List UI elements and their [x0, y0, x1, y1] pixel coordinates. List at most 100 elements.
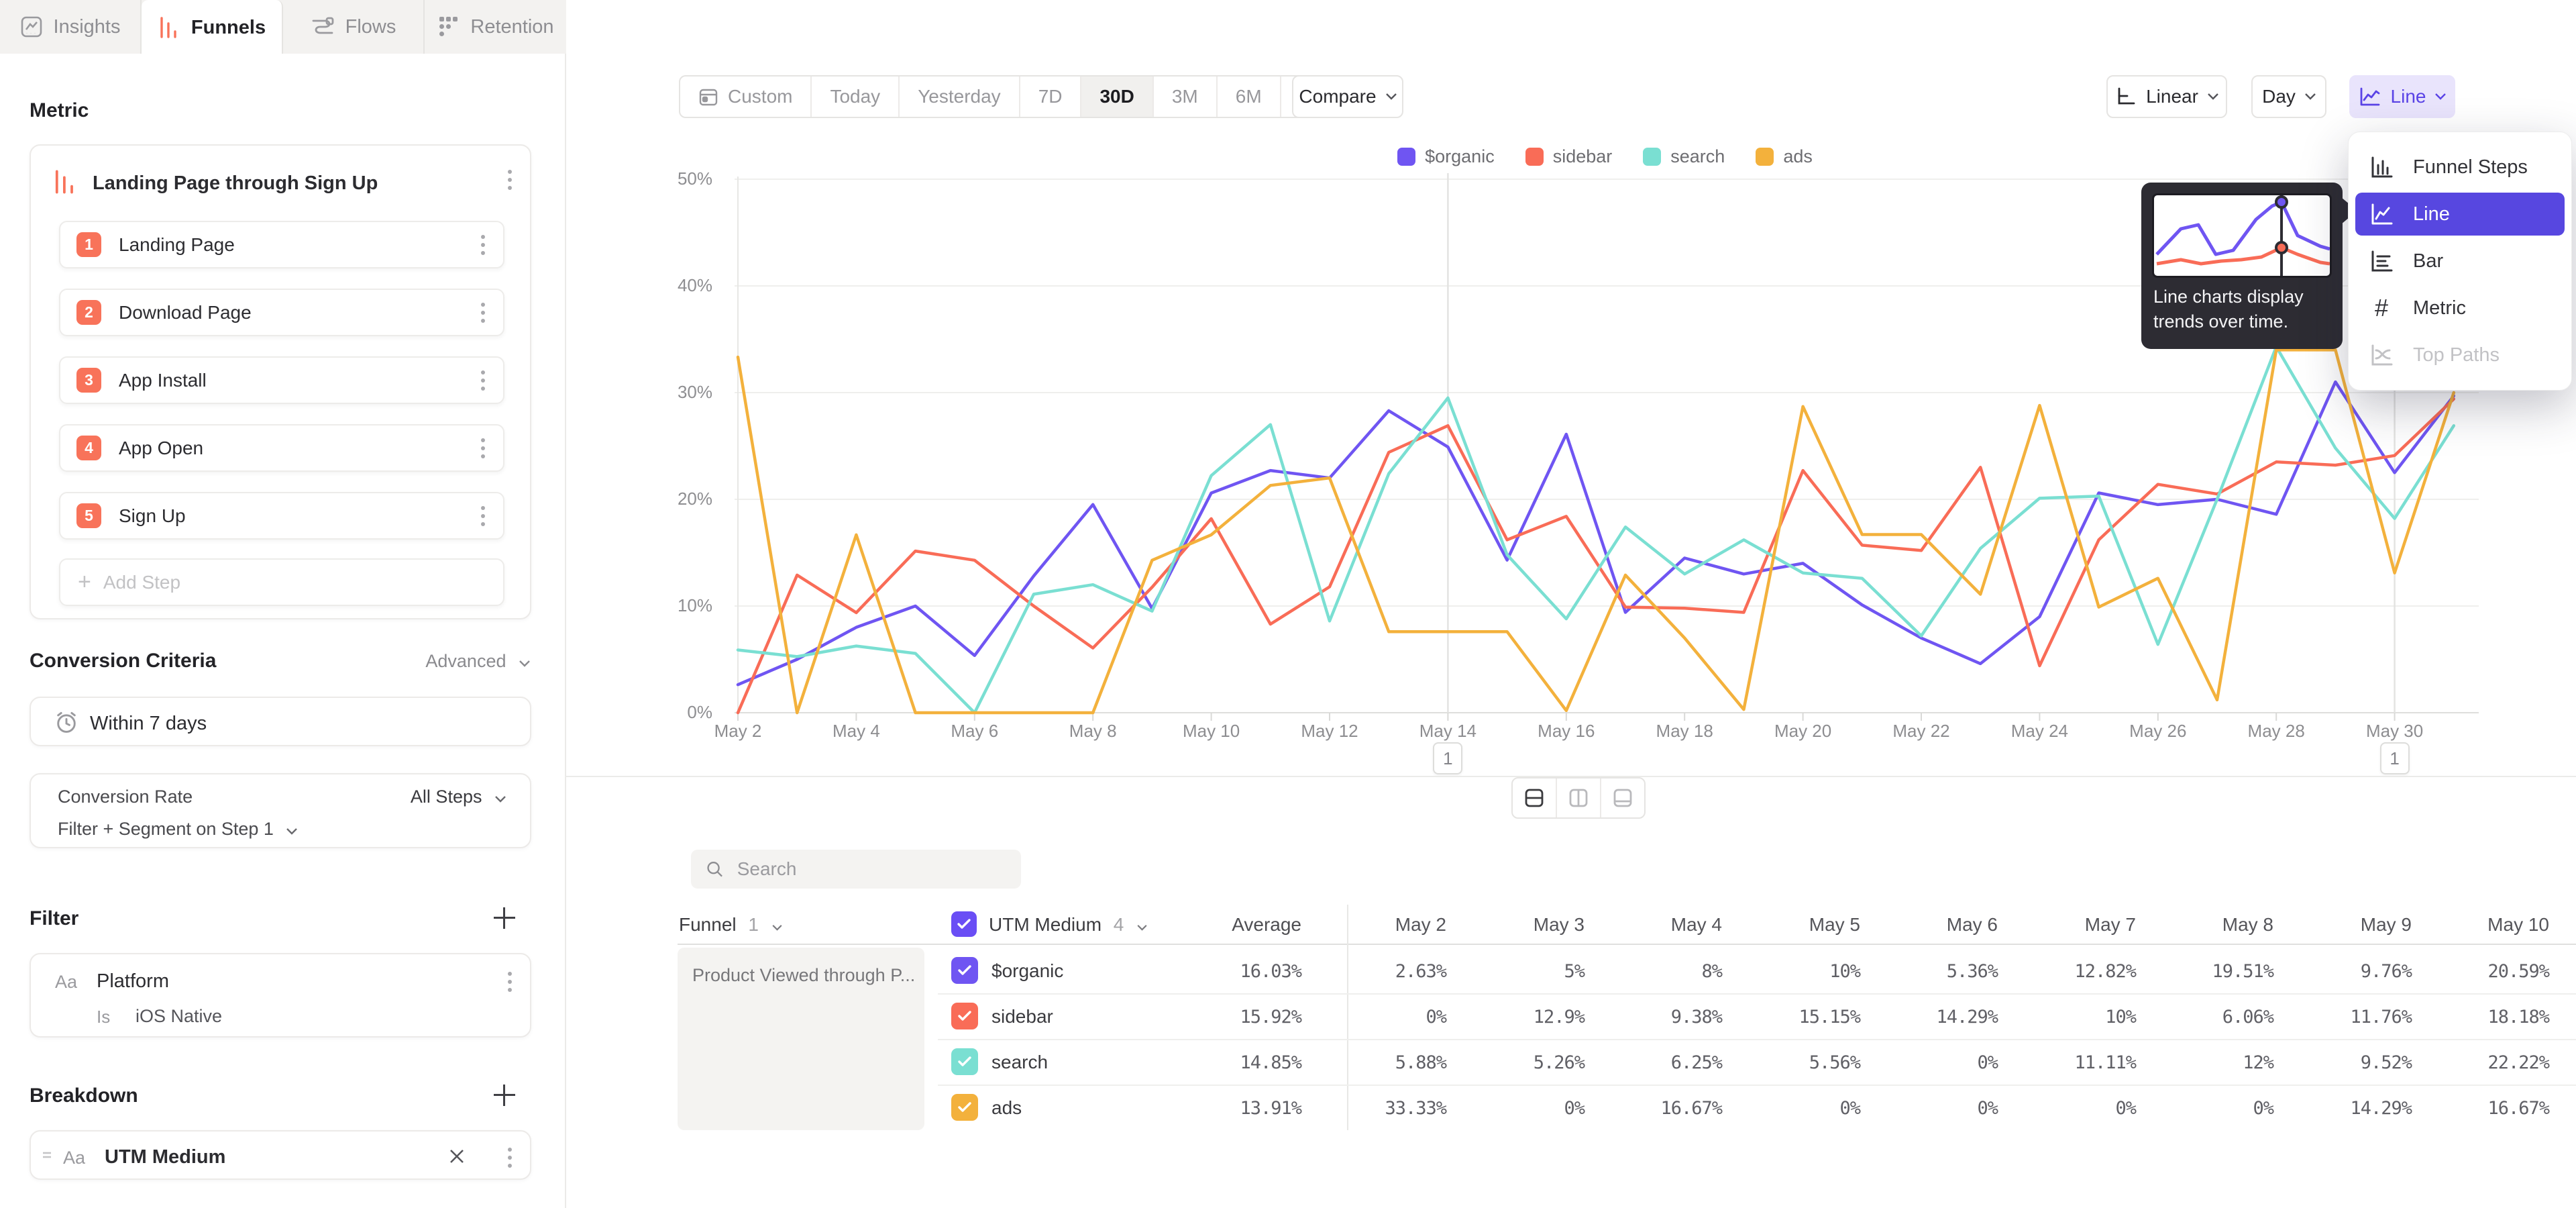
row-name: search — [991, 1052, 1048, 1073]
check-icon — [957, 1056, 972, 1068]
check-icon — [957, 918, 971, 930]
filter-card[interactable]: Aa Platform Is iOS Native — [30, 953, 531, 1038]
scale-select[interactable]: Linear — [2106, 75, 2227, 118]
property-type-badge: Aa — [55, 972, 77, 993]
layout-table-button[interactable] — [1600, 778, 1644, 817]
step-kebab-icon[interactable] — [480, 235, 486, 255]
menu-item-bar[interactable]: Bar — [2355, 240, 2565, 283]
date-preset-3m[interactable]: 3M — [1152, 77, 1216, 117]
funnels-icon — [158, 15, 180, 40]
drag-handle-icon[interactable] — [40, 1149, 54, 1164]
x-tick-label: May 8 — [1039, 721, 1146, 742]
step-kebab-icon[interactable] — [480, 370, 486, 391]
layout-split-button[interactable] — [1513, 778, 1556, 817]
filter-kebab-icon[interactable] — [507, 972, 513, 992]
y-tick-label: 30% — [632, 382, 712, 403]
menu-item-label: Top Paths — [2413, 344, 2500, 366]
funnel-step[interactable]: 1Landing Page — [59, 221, 504, 268]
step-kebab-icon[interactable] — [480, 506, 486, 526]
funnel-column-header[interactable]: Funnel 1 — [679, 914, 782, 936]
annotation-badge[interactable]: 1 — [1433, 742, 1462, 774]
row-name: sidebar — [991, 1006, 1053, 1027]
legend-item-search[interactable]: search — [1643, 146, 1725, 167]
breakdown-heading: Breakdown — [30, 1085, 138, 1107]
menu-item-line[interactable]: Line — [2355, 193, 2565, 236]
step-kebab-icon[interactable] — [480, 303, 486, 323]
x-tick-label: May 30 — [2341, 721, 2449, 742]
row-cell-value: 9.76% — [2284, 961, 2412, 982]
add-step-button[interactable]: + Add Step — [59, 558, 504, 606]
funnel-steps-icon — [2367, 156, 2396, 179]
date-preset-30d[interactable]: 30D — [1080, 77, 1152, 117]
row-cell-value: 5% — [1457, 961, 1585, 982]
date-preset-custom[interactable]: Custom — [680, 77, 810, 117]
y-tick-label: 0% — [632, 702, 712, 723]
menu-item-funnel-steps[interactable]: Funnel Steps — [2355, 146, 2565, 189]
layout-chart-button[interactable] — [1556, 778, 1600, 817]
search-input[interactable] — [736, 858, 1006, 880]
date-preset-7d[interactable]: 7D — [1019, 77, 1081, 117]
row-cell-value: 0% — [1870, 1052, 1998, 1073]
tab-retention[interactable]: Retention — [425, 0, 566, 54]
breakdown-kebab-icon[interactable] — [507, 1148, 513, 1168]
funnel-step[interactable]: 2Download Page — [59, 289, 504, 336]
flows-icon — [311, 15, 335, 38]
date-column-header: May 2 — [1319, 914, 1446, 936]
select-all-checkbox[interactable] — [951, 911, 977, 937]
row-checkbox[interactable] — [951, 957, 978, 984]
legend-item-organic[interactable]: $organic — [1397, 146, 1495, 167]
conversion-rate-select[interactable]: All Steps — [411, 787, 506, 807]
row-checkbox[interactable] — [951, 1003, 978, 1029]
tab-flows[interactable]: Flows — [283, 0, 425, 54]
metric-heading: Metric — [30, 99, 89, 122]
breakdown-card[interactable]: Aa UTM Medium — [30, 1130, 531, 1180]
filter-value: iOS Native — [136, 1006, 222, 1027]
advanced-toggle[interactable]: Advanced — [425, 651, 530, 672]
menu-item-label: Metric — [2413, 297, 2466, 319]
row-checkbox[interactable] — [951, 1094, 978, 1121]
legend-swatch — [1525, 148, 1544, 166]
row-cell-value: 19.51% — [2146, 961, 2273, 982]
date-preset-today[interactable]: Today — [810, 77, 898, 117]
check-icon — [957, 1101, 972, 1113]
legend-item-ads[interactable]: ads — [1756, 146, 1813, 167]
menu-item-metric[interactable]: # Metric — [2355, 287, 2565, 330]
row-cell-value: 16.67% — [1595, 1098, 1722, 1119]
preset-label: 7D — [1038, 86, 1063, 107]
chevron-down-icon — [495, 796, 506, 803]
step-kebab-icon[interactable] — [480, 438, 486, 458]
funnel-step[interactable]: 5Sign Up — [59, 492, 504, 540]
row-cell-value: 9.38% — [1595, 1007, 1722, 1027]
chart-type-select[interactable]: Line — [2349, 75, 2455, 118]
granularity-select[interactable]: Day — [2251, 75, 2326, 118]
breakdown-column-header[interactable]: UTM Medium 4 — [989, 914, 1147, 936]
add-filter-button[interactable] — [491, 905, 518, 932]
tab-funnels[interactable]: Funnels — [142, 0, 283, 55]
add-breakdown-button[interactable] — [491, 1082, 518, 1109]
date-preset-yesterday[interactable]: Yesterday — [898, 77, 1019, 117]
annotation-badge[interactable]: 1 — [2380, 742, 2410, 774]
row-cell-value: 11.76% — [2284, 1007, 2412, 1027]
conversion-window-card[interactable]: Within 7 days — [30, 697, 531, 746]
line-chart-tooltip: Line charts display trends over time. — [2141, 183, 2343, 349]
remove-breakdown-icon[interactable] — [448, 1148, 466, 1165]
x-tick-label: May 10 — [1158, 721, 1265, 742]
legend-item-sidebar[interactable]: sidebar — [1525, 146, 1613, 167]
funnel-step[interactable]: 4App Open — [59, 424, 504, 472]
x-tick-label: May 12 — [1276, 721, 1383, 742]
menu-item-top-paths[interactable]: Top Paths — [2355, 334, 2565, 376]
row-checkbox[interactable] — [951, 1048, 978, 1075]
compare-button[interactable]: Compare — [1292, 75, 1403, 118]
segment-on-step-select[interactable]: Filter + Segment on Step 1 — [58, 819, 297, 840]
tab-label: Funnels — [191, 17, 266, 39]
tab-insights[interactable]: Insights — [0, 0, 142, 54]
step-label: Landing Page — [119, 234, 480, 256]
date-preset-6m[interactable]: 6M — [1216, 77, 1280, 117]
funnel-kebab-icon[interactable] — [507, 170, 513, 190]
row-cell-value: 22.22% — [2422, 1052, 2549, 1073]
metric-icon: # — [2367, 294, 2396, 322]
layout-split-icon — [1523, 788, 1545, 808]
series-line-ads — [738, 350, 2454, 713]
check-icon — [957, 1010, 972, 1022]
funnel-step[interactable]: 3App Install — [59, 356, 504, 404]
